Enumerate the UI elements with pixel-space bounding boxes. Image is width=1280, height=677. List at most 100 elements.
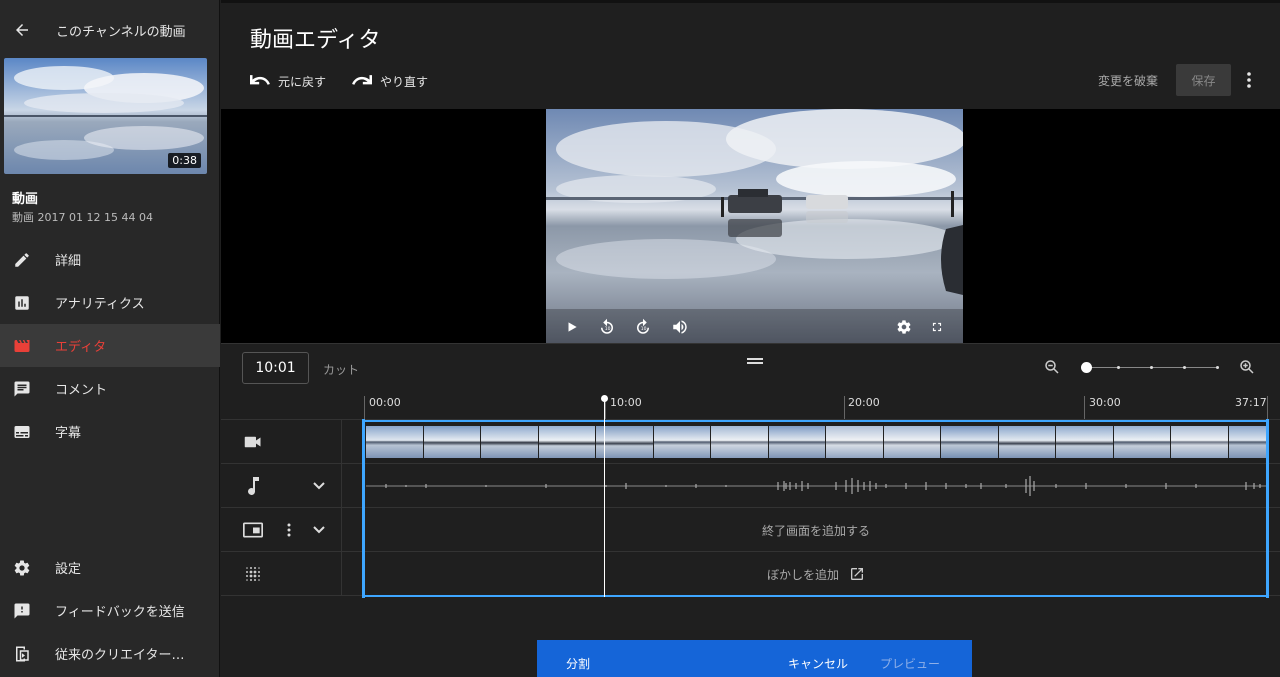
redo-icon: [352, 75, 372, 85]
audio-waveform[interactable]: [364, 464, 1268, 508]
ruler-label: 20:00: [848, 396, 880, 409]
sidebar-item-classic-studio[interactable]: 従来のクリエイター…: [0, 632, 220, 675]
back-to-channel-videos[interactable]: このチャンネルの動画: [0, 14, 220, 46]
video-thumbnail[interactable]: 0:38: [4, 58, 207, 174]
cancel-button[interactable]: キャンセル: [788, 655, 848, 672]
gear-icon: [12, 558, 32, 578]
chevron-down-icon[interactable]: [309, 520, 329, 540]
sidebar-bottom-nav: 設定 フィードバックを送信 従来のクリエイター…: [0, 546, 220, 675]
filmstrip-frame: [653, 426, 711, 458]
filmstrip-frame: [826, 426, 884, 458]
blur-icon: [243, 564, 263, 584]
filmstrip-frame: [1171, 426, 1229, 458]
sidebar-item-label: 設定: [55, 562, 82, 577]
end-screen-track: 終了画面を追加する: [221, 508, 1280, 552]
add-blur-label: ぼかしを追加: [766, 567, 839, 582]
discard-changes-button[interactable]: 変更を破棄: [1098, 72, 1158, 89]
ruler-mark: [844, 396, 845, 420]
sidebar-item-label: 詳細: [55, 254, 82, 269]
undo-button[interactable]: 元に戻す: [250, 70, 326, 92]
playhead-knob[interactable]: [601, 395, 608, 402]
trim-action-bar: 分割 キャンセル プレビュー: [537, 640, 972, 677]
sidebar-item-details[interactable]: 詳細: [0, 238, 220, 281]
undo-icon: [250, 75, 270, 85]
gear-icon[interactable]: [894, 317, 914, 337]
filmstrip-frame: [941, 426, 999, 458]
fullscreen-icon[interactable]: [927, 317, 947, 337]
sidebar-item-feedback[interactable]: フィードバックを送信: [0, 589, 220, 632]
video-file-name: 動画 2017 01 12 15 44 04: [12, 211, 153, 224]
thumbnail-duration: 0:38: [168, 153, 201, 168]
feedback-icon: [12, 601, 32, 621]
add-end-screen-label: 終了画面を追加する: [761, 523, 870, 538]
playhead[interactable]: [604, 398, 605, 597]
filmstrip-frame: [423, 426, 481, 458]
editor-main: 動画エディタ 元に戻す やり直す 変更を破棄 保存 10 10 10:01 カッ…: [221, 0, 1280, 677]
filmstrip-frame: [481, 426, 539, 458]
play-icon[interactable]: [562, 317, 582, 337]
sidebar-item-label: 字幕: [55, 426, 82, 441]
split-button[interactable]: 分割: [566, 655, 590, 672]
filmstrip-frame: [711, 426, 769, 458]
channel-videos-label[interactable]: このチャンネルの動画: [56, 21, 186, 40]
sidebar-item-label: エディタ: [55, 340, 107, 355]
add-blur-button[interactable]: ぼかしを追加: [364, 552, 1268, 596]
sidebar-item-label: コメント: [55, 383, 108, 398]
ruler-label: 37:17: [1235, 396, 1267, 409]
filmstrip-frame: [1113, 426, 1171, 458]
more-options-icon[interactable]: [283, 520, 295, 540]
zoom-step: [1183, 366, 1186, 369]
save-button[interactable]: 保存: [1176, 64, 1231, 96]
sidebar-item-settings[interactable]: 設定: [0, 546, 220, 589]
ruler-label: 00:00: [369, 396, 401, 409]
filmstrip-frame: [1056, 426, 1114, 458]
subtitles-icon: [12, 422, 32, 442]
zoom-out-icon[interactable]: [1043, 358, 1061, 380]
zoom-step: [1117, 366, 1120, 369]
ruler-mark: [364, 396, 365, 420]
zoom-in-icon[interactable]: [1238, 358, 1256, 380]
back-arrow-icon[interactable]: [0, 14, 44, 46]
zoom-slider-knob[interactable]: [1081, 362, 1092, 373]
sidebar-nav: 詳細 アナリティクス エディタ コメント 字幕: [0, 238, 220, 453]
comment-icon: [12, 379, 32, 399]
zoom-step: [1150, 366, 1153, 369]
blur-track-label: [221, 552, 342, 596]
video-track-label: [221, 420, 342, 464]
add-end-screen-button[interactable]: 終了画面を追加する: [364, 508, 1268, 552]
volume-icon[interactable]: [670, 317, 690, 337]
filmstrip-frame: [1228, 426, 1266, 458]
sidebar-item-comments[interactable]: コメント: [0, 367, 220, 410]
more-options-icon[interactable]: [1241, 68, 1257, 92]
video-frame: [546, 109, 963, 343]
clapperboard-icon: [12, 336, 32, 356]
forward-10-icon[interactable]: 10: [633, 317, 653, 337]
redo-button[interactable]: やり直す: [352, 70, 428, 92]
audio-track-label: [221, 464, 342, 508]
chevron-down-icon[interactable]: [309, 476, 329, 496]
svg-text:10: 10: [605, 326, 611, 332]
external-link-icon: [851, 568, 863, 580]
redo-label: やり直す: [380, 74, 429, 89]
player-area: 10 10: [221, 109, 1280, 343]
undo-label: 元に戻す: [278, 74, 327, 89]
selection-end-handle[interactable]: [1266, 419, 1269, 598]
sidebar-item-subtitles[interactable]: 字幕: [0, 410, 220, 453]
preview-button[interactable]: プレビュー: [880, 655, 940, 672]
page-title: 動画エディタ: [250, 28, 381, 53]
sidebar-item-editor[interactable]: エディタ: [0, 324, 220, 367]
video-title: 動画: [12, 192, 39, 207]
sidebar-item-analytics[interactable]: アナリティクス: [0, 281, 220, 324]
music-note-icon: [243, 476, 263, 496]
timeline-header: 10:01 カット 00:00 10:00 20:00 30:00 37:17: [221, 343, 1280, 420]
selection-start-handle[interactable]: [362, 419, 365, 598]
sidebar-item-label: アナリティクス: [55, 297, 145, 312]
classic-studio-icon: [12, 644, 32, 664]
resize-handle[interactable]: [747, 358, 763, 364]
video-camera-icon: [243, 432, 263, 452]
video-filmstrip[interactable]: [366, 426, 1266, 458]
current-time-input[interactable]: 10:01: [242, 352, 309, 384]
video-player[interactable]: 10 10: [546, 109, 963, 343]
rewind-10-icon[interactable]: 10: [597, 317, 617, 337]
filmstrip-frame: [538, 426, 596, 458]
